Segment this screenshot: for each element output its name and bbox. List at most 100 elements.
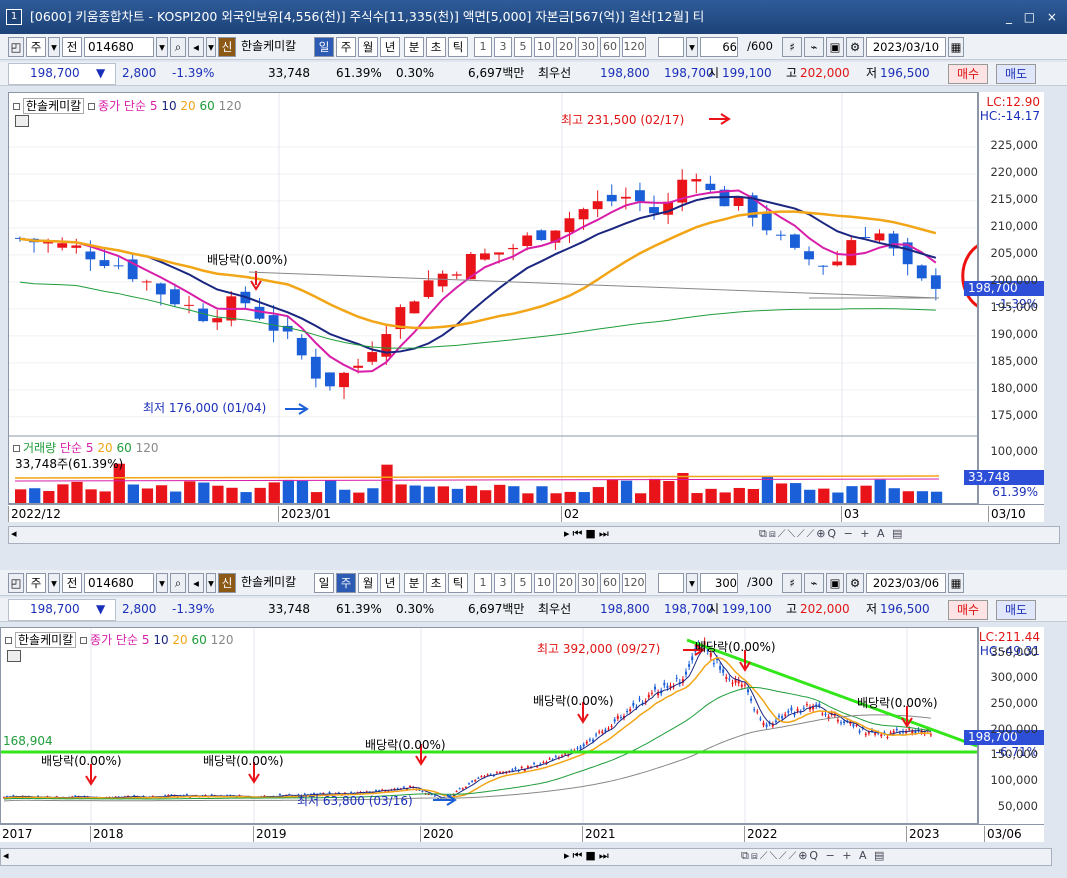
interval-num-2[interactable]: 5: [514, 573, 532, 593]
chevron-down-icon[interactable]: ▾: [206, 37, 216, 57]
chevron-down-icon[interactable]: ▾: [156, 37, 168, 57]
candle-body: [818, 265, 829, 267]
interval-tab-2[interactable]: 틱: [448, 37, 468, 57]
y-tick-label: 150,000: [990, 747, 1038, 762]
x-label: 2021: [582, 826, 616, 842]
bottom-price-chart[interactable]: 한솔케미칼 종가 단순 5 10 20 60 120 168,904 최고 39…: [0, 627, 978, 824]
interval-tab-1[interactable]: 초: [426, 573, 446, 593]
buy-button[interactable]: 매수: [948, 64, 988, 84]
chevron-down-icon[interactable]: ▾: [48, 573, 60, 593]
chevron-down-icon[interactable]: ▾: [206, 573, 216, 593]
sell-button[interactable]: 매도: [996, 600, 1036, 620]
compare-icon[interactable]: ♯: [782, 573, 802, 593]
candle-body: [458, 788, 461, 790]
interval-num-1[interactable]: 3: [494, 37, 512, 57]
calendar-icon[interactable]: ▦: [948, 37, 964, 57]
speaker-icon[interactable]: ◂: [188, 37, 204, 57]
blank-select[interactable]: [658, 573, 684, 593]
chevron-down-icon[interactable]: ▾: [48, 37, 60, 57]
search-icon[interactable]: ⌕: [170, 37, 186, 57]
y-tick-label: 50,000: [997, 798, 1038, 813]
jeon-button[interactable]: 전: [62, 573, 82, 593]
market-selector[interactable]: 주: [26, 37, 46, 57]
interval-tab-1[interactable]: 초: [426, 37, 446, 57]
drawing-tools-icon[interactable]: ⧉⧈⟋⟍⟋⟋⊕Q − + A ▤: [741, 849, 886, 863]
calendar-icon[interactable]: ▦: [948, 573, 964, 593]
blank-select[interactable]: [658, 37, 684, 57]
stock-code-input[interactable]: 014680: [84, 37, 154, 57]
jeon-button[interactable]: 전: [62, 37, 82, 57]
window-controls[interactable]: _ □ ×: [1006, 0, 1061, 34]
interval-num-3[interactable]: 10: [534, 37, 554, 57]
grid-toggle-icon[interactable]: [15, 115, 29, 127]
interval-num-2[interactable]: 5: [514, 37, 532, 57]
buy-button[interactable]: 매수: [948, 600, 988, 620]
stock-code-input[interactable]: 014680: [84, 573, 154, 593]
top-price-chart[interactable]: 한솔케미칼 종가 단순 5 10 20 60 120 최고 231,500 (0…: [8, 92, 978, 504]
date-input[interactable]: 2023/03/06: [866, 573, 946, 593]
indicator-icon[interactable]: ⌁: [804, 37, 824, 57]
scroll-left-icon[interactable]: ◂: [3, 849, 9, 862]
search-icon[interactable]: ⌕: [170, 573, 186, 593]
period-tab-2[interactable]: 월: [358, 37, 378, 57]
interval-num-7[interactable]: 120: [622, 573, 646, 593]
interval-num-0[interactable]: 1: [474, 37, 492, 57]
period-tab-0[interactable]: 일: [314, 37, 334, 57]
legend-stock-name[interactable]: 한솔케미칼: [23, 98, 85, 114]
top-scroll-bar[interactable]: ◂ ▸⏮■⏭ ⧉⧈⟋⟍⟋⟋⊕Q − + A ▤: [8, 526, 1060, 544]
drawing-tools-icon[interactable]: ⧉⧈⟋⟍⟋⟋⊕Q − + A ▤: [759, 527, 904, 541]
interval-num-0[interactable]: 1: [474, 573, 492, 593]
app-window: 1 [0600] 키움종합차트 - KOSPI200 외국인보유[4,556(천…: [0, 0, 1067, 878]
interval-tab-0[interactable]: 분: [404, 573, 424, 593]
interval-num-6[interactable]: 60: [600, 37, 620, 57]
interval-num-1[interactable]: 3: [494, 573, 512, 593]
interval-num-3[interactable]: 10: [534, 573, 554, 593]
bar-count-input[interactable]: 66: [700, 37, 738, 57]
candle-body: [402, 786, 405, 788]
speaker-icon[interactable]: ◂: [188, 573, 204, 593]
playback-controls[interactable]: ▸⏮■⏭: [564, 849, 612, 863]
chevron-down-icon[interactable]: ▾: [156, 573, 168, 593]
chevron-down-icon[interactable]: ▾: [686, 37, 698, 57]
candle-body: [141, 281, 152, 283]
compare-icon[interactable]: ♯: [782, 37, 802, 57]
period-tab-1[interactable]: 주: [336, 573, 356, 593]
gear-icon[interactable]: ⚙: [846, 37, 864, 57]
period-tab-0[interactable]: 일: [314, 573, 334, 593]
market-selector[interactable]: 주: [26, 573, 46, 593]
date-input[interactable]: 2023/03/10: [866, 37, 946, 57]
interval-num-5[interactable]: 30: [578, 37, 598, 57]
bar-count-input[interactable]: 300: [700, 573, 738, 593]
x-label: 2023: [906, 826, 940, 842]
gear-icon[interactable]: ⚙: [846, 573, 864, 593]
grid-toggle-icon[interactable]: [7, 650, 21, 662]
volume-bar: [832, 492, 844, 503]
candle-body: [601, 731, 604, 733]
interval-tab-2[interactable]: 틱: [448, 573, 468, 593]
period-tab-1[interactable]: 주: [336, 37, 356, 57]
period-tab-3[interactable]: 년: [380, 37, 400, 57]
save-icon[interactable]: ▣: [826, 573, 844, 593]
interval-num-6[interactable]: 60: [600, 573, 620, 593]
scroll-left-icon[interactable]: ◂: [11, 527, 17, 540]
period-tab-2[interactable]: 월: [358, 573, 378, 593]
interval-tab-0[interactable]: 분: [404, 37, 424, 57]
indicator-icon[interactable]: ⌁: [804, 573, 824, 593]
period-tab-3[interactable]: 년: [380, 573, 400, 593]
chevron-down-icon[interactable]: ▾: [686, 573, 698, 593]
interval-num-7[interactable]: 120: [622, 37, 646, 57]
interval-num-4[interactable]: 20: [556, 37, 576, 57]
bottom-scroll-bar[interactable]: ◂ ▸⏮■⏭ ⧉⧈⟋⟍⟋⟋⊕Q − + A ▤: [0, 848, 1052, 866]
volume-bar: [888, 488, 900, 503]
legend-stock-name[interactable]: 한솔케미칼: [15, 632, 77, 648]
candle-body: [554, 756, 557, 758]
window-menu-icon[interactable]: ◰: [8, 573, 24, 593]
interval-num-4[interactable]: 20: [556, 573, 576, 593]
playback-controls[interactable]: ▸⏮■⏭: [564, 527, 612, 541]
window-menu-icon[interactable]: ◰: [8, 37, 24, 57]
title-bar: 1 [0600] 키움종합차트 - KOSPI200 외국인보유[4,556(천…: [0, 0, 1067, 34]
sell-button[interactable]: 매도: [996, 64, 1036, 84]
dividend-note: 배당락(0.00%): [695, 640, 776, 654]
interval-num-5[interactable]: 30: [578, 573, 598, 593]
save-icon[interactable]: ▣: [826, 37, 844, 57]
